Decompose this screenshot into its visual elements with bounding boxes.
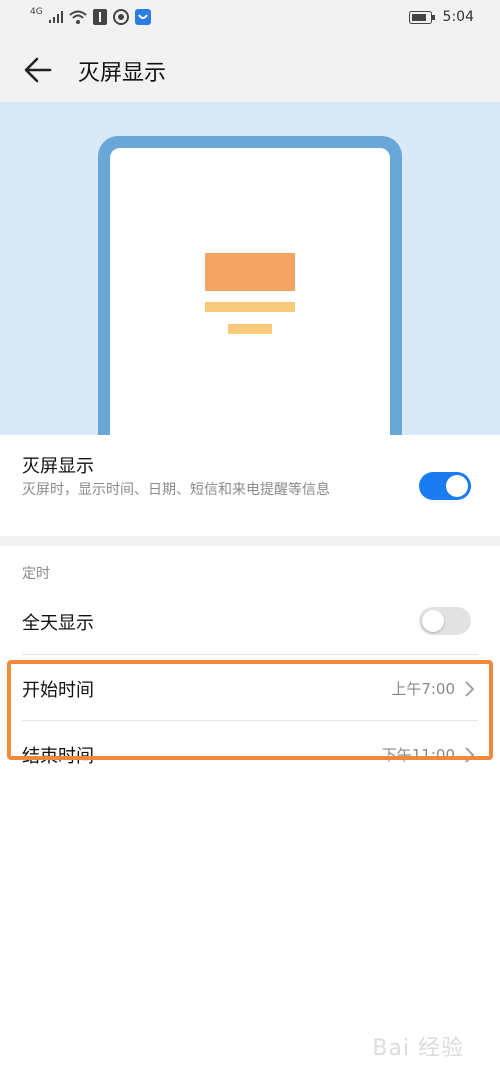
- all-day-toggle[interactable]: [419, 607, 471, 635]
- battery-icon: [408, 10, 435, 24]
- aod-description: 灭屏时，显示时间、日期、短信和来电提醒等信息: [22, 482, 330, 498]
- signal-icon: [48, 11, 63, 23]
- back-button[interactable]: [20, 52, 56, 88]
- preview-info-bar: [228, 324, 272, 334]
- watermark: Bai 经验: [372, 1036, 464, 1061]
- row-divider: [22, 654, 478, 655]
- preview-date-bar: [205, 302, 295, 312]
- aod-preview: [0, 102, 500, 435]
- schedule-section-label: 定时: [22, 566, 50, 582]
- toggle-knob: [446, 475, 468, 497]
- app-notification-icon: [92, 9, 107, 25]
- aod-title: 灭屏显示: [22, 456, 94, 477]
- clock: 5:04: [442, 9, 474, 25]
- status-bar: 4G 5:04: [0, 0, 500, 36]
- aod-toggle[interactable]: [419, 472, 471, 500]
- shield-notification-icon: [134, 9, 151, 25]
- phone-frame: [98, 136, 402, 435]
- page-title: 灭屏显示: [78, 61, 167, 86]
- all-day-label: 全天显示: [22, 613, 94, 634]
- status-right: 5:04: [408, 8, 474, 26]
- section-divider: [0, 536, 500, 546]
- wifi-icon: [69, 10, 87, 24]
- settings-notification-icon: [112, 9, 129, 25]
- top-app-bar: [0, 36, 500, 102]
- arrow-left-icon: [24, 57, 52, 83]
- preview-clock-block: [205, 253, 295, 291]
- highlight-box: [7, 660, 493, 760]
- toggle-knob: [422, 610, 444, 632]
- network-type-label: 4G: [30, 7, 43, 17]
- phone-screen: [110, 148, 390, 435]
- status-icons: 4G: [30, 7, 151, 26]
